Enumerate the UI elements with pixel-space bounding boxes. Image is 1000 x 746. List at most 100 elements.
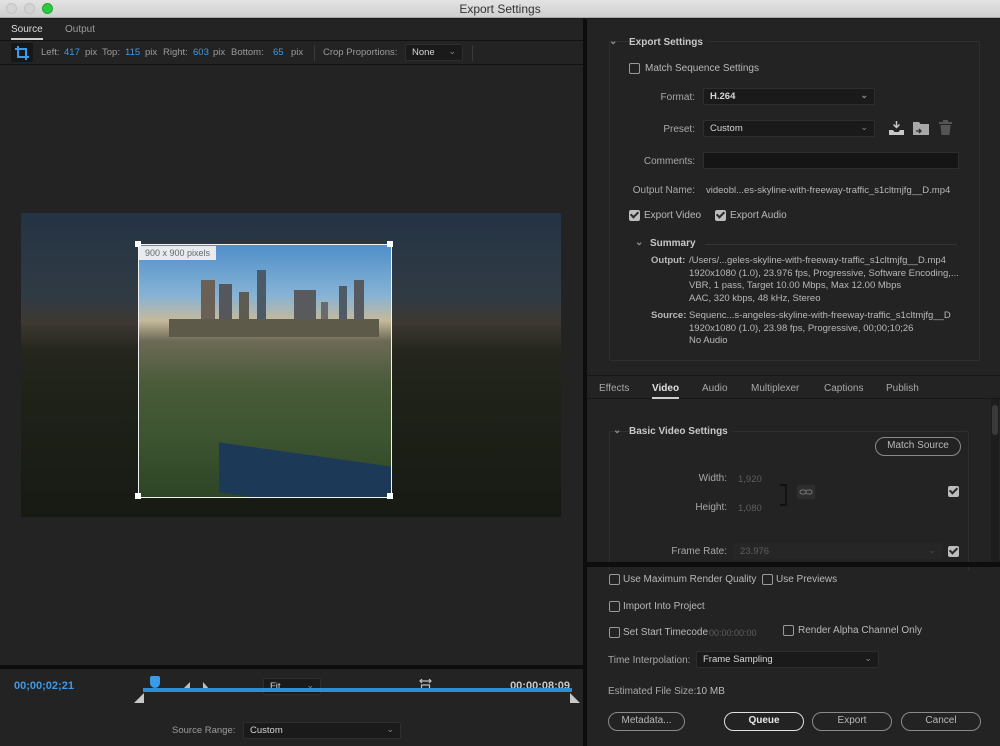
- width-value[interactable]: 1,920: [738, 474, 762, 485]
- export-settings-panel: ⌄ Export Settings Match Sequence Setting…: [587, 19, 1000, 746]
- summary-source-label: Source:: [651, 310, 687, 321]
- chevron-down-icon: ⌄: [928, 545, 936, 555]
- crop-right-value[interactable]: 603: [193, 47, 209, 58]
- save-preset-icon[interactable]: [889, 121, 904, 135]
- frame-rate-dropdown[interactable]: 23.976 ⌄: [733, 543, 943, 559]
- import-preset-icon[interactable]: [913, 121, 929, 135]
- match-source-button[interactable]: Match Source: [875, 437, 961, 456]
- summary-divider: [705, 244, 957, 245]
- tab-audio[interactable]: Audio: [702, 383, 728, 394]
- export-button[interactable]: Export: [812, 712, 892, 731]
- preset-label: Preset:: [663, 124, 695, 135]
- chevron-down-icon: ⌄: [386, 724, 394, 734]
- crop-top-label: Top:: [102, 47, 120, 58]
- import-into-project-label: Import Into Project: [623, 601, 705, 612]
- crop-tool-button[interactable]: [11, 43, 33, 62]
- crop-bottom-value[interactable]: 65: [273, 47, 284, 58]
- export-settings-heading: Export Settings: [629, 37, 707, 48]
- summary-source-line: 1920x1080 (1.0), 23.98 fps, Progressive,…: [689, 322, 914, 334]
- export-settings-collapse-icon[interactable]: ⌄: [609, 36, 617, 47]
- crop-bottom-unit: pix: [291, 47, 304, 58]
- settings-tabs: Effects Video Audio Multiplexer Captions…: [587, 375, 1000, 399]
- preset-dropdown[interactable]: Custom ⌄: [703, 120, 875, 137]
- video-preview: 900 x 900 pixels: [21, 213, 561, 517]
- crop-left-label: Left:: [41, 47, 60, 58]
- timeline-range-bar[interactable]: [143, 688, 572, 692]
- export-video-label: Export Video: [644, 210, 702, 221]
- tab-output[interactable]: Output: [65, 24, 95, 35]
- size-override-checkbox[interactable]: [948, 486, 959, 497]
- metadata-button[interactable]: Metadata...: [608, 712, 685, 731]
- match-sequence-checkbox[interactable]: [629, 63, 640, 74]
- start-timecode-value[interactable]: 00:00:00:00: [709, 628, 757, 638]
- constrain-proportions-button[interactable]: [797, 485, 815, 499]
- city-blocks: [169, 319, 379, 337]
- summary-output-line: AAC, 320 kbps, 48 kHz, Stereo: [689, 292, 821, 304]
- playhead-handle[interactable]: [149, 676, 160, 688]
- format-value: H.264: [710, 91, 736, 102]
- basic-video-collapse-icon[interactable]: ⌄: [613, 425, 621, 436]
- import-into-project-checkbox[interactable]: [609, 601, 620, 612]
- frame-rate-override-checkbox[interactable]: [948, 546, 959, 557]
- range-out-marker[interactable]: [570, 693, 580, 703]
- toolbar-divider: [472, 45, 473, 61]
- settings-scrollbar[interactable]: [991, 399, 999, 563]
- source-panel: Source Output Left: 417 pix Top: 115 pix…: [0, 19, 583, 746]
- chevron-down-icon: ⌄: [860, 122, 868, 132]
- use-previews-label: Use Previews: [776, 574, 838, 585]
- crop-left-unit: pix: [85, 47, 98, 58]
- height-value[interactable]: 1,080: [738, 503, 762, 514]
- crop-right-label: Right:: [163, 47, 188, 58]
- queue-button[interactable]: Queue: [724, 712, 804, 731]
- tab-multiplexer[interactable]: Multiplexer: [751, 383, 799, 394]
- time-interpolation-label: Time Interpolation:: [608, 655, 691, 666]
- toolbar-divider: [314, 45, 315, 61]
- crop-size-tag: 900 x 900 pixels: [139, 246, 217, 260]
- tab-source[interactable]: Source: [11, 24, 43, 40]
- summary-heading: Summary: [650, 238, 696, 249]
- basic-video-heading: Basic Video Settings: [629, 426, 732, 437]
- max-render-quality-checkbox[interactable]: [609, 574, 620, 585]
- export-video-checkbox[interactable]: [629, 210, 640, 221]
- crop-handle-top-right[interactable]: [387, 241, 393, 247]
- source-range-dropdown[interactable]: Custom ⌄: [243, 722, 401, 739]
- output-name-link[interactable]: videobl...es-skyline-with-freeway-traffi…: [706, 185, 950, 196]
- format-label: Format:: [660, 92, 695, 103]
- comments-input[interactable]: [703, 152, 959, 169]
- tab-publish[interactable]: Publish: [886, 383, 919, 394]
- range-in-marker[interactable]: [134, 693, 144, 703]
- crop-bottom-label: Bottom:: [231, 47, 264, 58]
- crop-handle-bottom-left[interactable]: [135, 493, 141, 499]
- format-dropdown[interactable]: H.264 ⌄: [703, 88, 875, 105]
- building: [339, 286, 347, 322]
- crop-proportions-dropdown[interactable]: None ⌄: [405, 44, 463, 61]
- width-label: Width:: [698, 473, 727, 484]
- time-interpolation-dropdown[interactable]: Frame Sampling ⌄: [696, 651, 879, 668]
- zoom-level-dropdown[interactable]: Fit ⌄: [263, 678, 321, 695]
- render-alpha-label: Render Alpha Channel Only: [798, 625, 922, 636]
- scrollbar-thumb[interactable]: [992, 405, 998, 435]
- crop-region[interactable]: [138, 244, 392, 498]
- export-audio-checkbox[interactable]: [715, 210, 726, 221]
- summary-output-label: Output:: [651, 255, 686, 266]
- tab-video[interactable]: Video: [652, 383, 680, 399]
- height-label: Height:: [695, 502, 727, 513]
- current-timecode[interactable]: 00;00;02;21: [14, 680, 74, 692]
- tab-captions[interactable]: Captions: [824, 383, 863, 394]
- delete-preset-icon[interactable]: [939, 120, 952, 135]
- summary-collapse-icon[interactable]: ⌄: [635, 237, 643, 248]
- crop-top-value[interactable]: 115: [125, 47, 140, 58]
- link-icon: [799, 489, 813, 495]
- crop-left-value[interactable]: 417: [64, 47, 80, 58]
- tab-effects[interactable]: Effects: [599, 383, 629, 394]
- cancel-button[interactable]: Cancel: [901, 712, 981, 731]
- summary-output-line: 1920x1080 (1.0), 23.976 fps, Progressive…: [689, 267, 959, 279]
- render-alpha-checkbox[interactable]: [783, 625, 794, 636]
- crop-top-unit: pix: [145, 47, 158, 58]
- export-audio-label: Export Audio: [730, 210, 787, 221]
- summary-output-details: /Users/...geles-skyline-with-freeway-tra…: [689, 255, 959, 305]
- set-start-timecode-checkbox[interactable]: [609, 627, 620, 638]
- use-previews-checkbox[interactable]: [762, 574, 773, 585]
- window-title: Export Settings: [459, 2, 541, 16]
- crop-handle-bottom-right[interactable]: [387, 493, 393, 499]
